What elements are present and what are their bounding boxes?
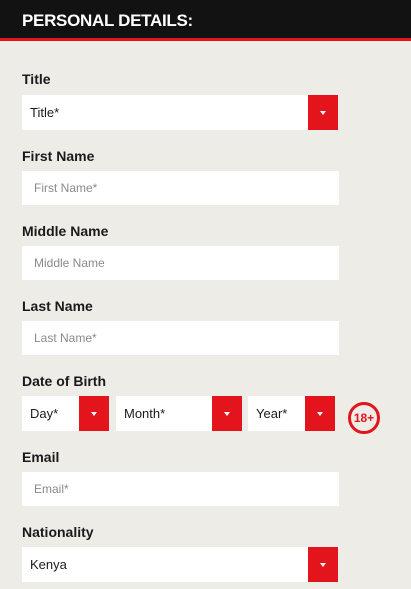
chevron-down-icon[interactable] [308,547,338,582]
chevron-down-icon[interactable] [308,95,338,130]
dob-month-select[interactable]: Month* [116,396,242,431]
first-name-field[interactable]: First Name* [22,171,339,205]
middle-name-label: Middle Name [22,223,109,239]
first-name-label: First Name [22,148,95,164]
title-select-value: Title* [30,105,60,120]
email-placeholder: Email* [34,482,69,496]
chevron-down-icon[interactable] [212,396,242,431]
chevron-down-icon[interactable] [79,396,109,431]
section-header: PERSONAL DETAILS: [0,0,411,41]
last-name-label: Last Name [22,298,93,314]
dob-day-value: Day* [30,406,59,421]
title-label: Title [22,71,51,87]
email-label: Email [22,449,60,465]
title-select[interactable]: Title* [22,95,338,130]
dob-year-value: Year* [256,406,288,421]
middle-name-placeholder: Middle Name [34,256,105,270]
nationality-label: Nationality [22,524,94,540]
first-name-placeholder: First Name* [34,181,98,195]
dob-month-value: Month* [124,406,166,421]
email-field[interactable]: Email* [22,472,339,506]
age-18-plus-badge: 18+ [348,402,380,434]
dob-day-select[interactable]: Day* [22,396,109,431]
nationality-select[interactable]: Kenya [22,547,338,582]
dob-year-select[interactable]: Year* [248,396,335,431]
last-name-field[interactable]: Last Name* [22,321,339,355]
middle-name-field[interactable]: Middle Name [22,246,339,280]
section-title: PERSONAL DETAILS: [22,11,193,30]
dob-label: Date of Birth [22,373,106,389]
chevron-down-icon[interactable] [305,396,335,431]
last-name-placeholder: Last Name* [34,331,97,345]
nationality-value: Kenya [30,557,67,572]
